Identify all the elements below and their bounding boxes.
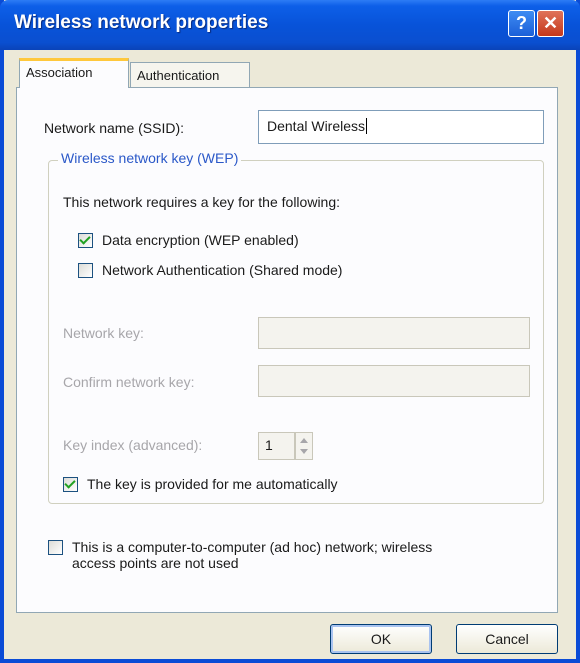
close-icon: ✕ <box>542 13 559 33</box>
network-authentication-checkbox[interactable] <box>78 263 93 278</box>
key-index-input[interactable]: 1 <box>258 432 295 460</box>
adhoc-checkbox[interactable] <box>48 540 63 555</box>
cancel-button[interactable]: Cancel <box>456 624 558 654</box>
text-cursor <box>366 118 368 134</box>
wep-description: This network requires a key for the foll… <box>63 194 341 210</box>
data-encryption-checkbox[interactable] <box>78 233 93 248</box>
network-key-label: Network key: <box>63 325 144 341</box>
key-auto-checkbox[interactable] <box>63 477 78 492</box>
spin-down-icon[interactable] <box>300 449 308 454</box>
adhoc-label[interactable]: This is a computer-to-computer (ad hoc) … <box>72 539 432 571</box>
key-auto-label[interactable]: The key is provided for me automatically <box>87 476 338 492</box>
window-title: Wireless network properties <box>14 12 269 33</box>
help-icon: ? <box>516 13 527 33</box>
confirm-key-label: Confirm network key: <box>63 374 195 390</box>
ssid-value: Dental Wireless <box>267 118 366 134</box>
cancel-button-label: Cancel <box>485 631 529 647</box>
checkmark-icon <box>79 233 91 245</box>
ssid-label: Network name (SSID): <box>44 120 185 136</box>
spin-up-icon[interactable] <box>300 438 308 443</box>
adhoc-label-line1: This is a computer-to-computer (ad hoc) … <box>72 539 433 555</box>
key-index-label: Key index (advanced): <box>63 437 203 453</box>
tab-authentication[interactable]: Authentication <box>130 62 250 88</box>
ok-button[interactable]: OK <box>330 624 432 654</box>
network-key-input[interactable] <box>258 317 530 349</box>
title-bar[interactable]: Wireless network properties ? ✕ <box>0 0 580 50</box>
data-encryption-label[interactable]: Data encryption (WEP enabled) <box>102 232 299 248</box>
tab-authentication-label: Authentication <box>137 68 220 83</box>
adhoc-label-line2: access points are not used <box>72 555 239 571</box>
ok-button-label: OK <box>370 631 392 647</box>
close-button[interactable]: ✕ <box>537 10 564 37</box>
ssid-input[interactable]: Dental Wireless <box>258 110 544 144</box>
confirm-key-input[interactable] <box>258 365 530 397</box>
help-button[interactable]: ? <box>508 10 535 37</box>
key-index-spinner[interactable] <box>295 432 313 460</box>
network-authentication-label[interactable]: Network Authentication (Shared mode) <box>102 262 342 278</box>
wep-group-title: Wireless network key (WEP) <box>58 150 242 166</box>
tab-association[interactable]: Association <box>19 58 129 88</box>
checkmark-icon <box>64 477 76 489</box>
key-index-value: 1 <box>265 437 273 453</box>
tab-association-label: Association <box>26 65 93 80</box>
